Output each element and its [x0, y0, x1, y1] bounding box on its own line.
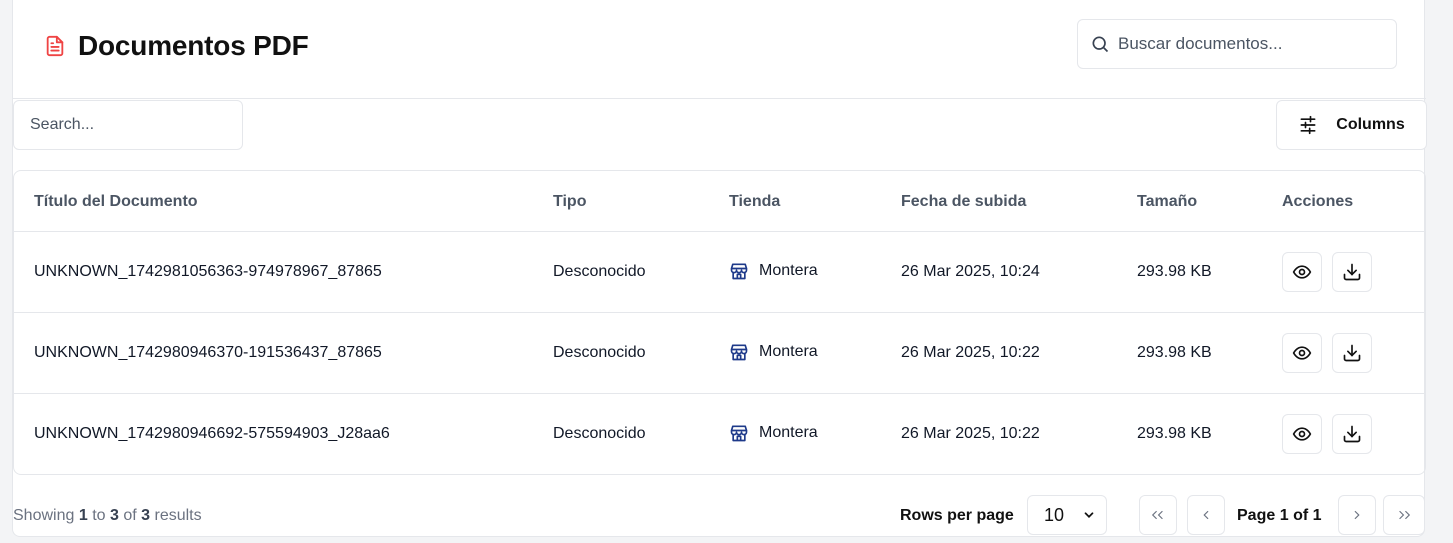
rows-per-page-select[interactable]: 10 [1027, 495, 1107, 535]
column-header-store[interactable]: Tienda [729, 193, 780, 211]
page-word: Page [1237, 507, 1276, 524]
columns-button-label: Columns [1336, 116, 1405, 133]
download-button[interactable] [1332, 414, 1372, 454]
document-size: 293.98 KB [1137, 425, 1212, 442]
store-icon [730, 263, 748, 280]
document-store: Montera [729, 261, 818, 281]
pdf-file-icon [46, 35, 64, 57]
results-to: 3 [109, 507, 119, 524]
search-icon [1092, 36, 1109, 53]
results-from: 1 [78, 507, 88, 524]
table-row: UNKNOWN_1742980946692-575594903_J28aa6 D… [14, 394, 1425, 474]
column-header-date[interactable]: Fecha de subida [901, 193, 1026, 211]
view-button[interactable] [1282, 252, 1322, 292]
download-button[interactable] [1332, 333, 1372, 373]
showing-text: Showing [13, 507, 75, 524]
document-title: UNKNOWN_1742981056363-974978967_87865 [34, 263, 382, 280]
eye-icon [1292, 427, 1312, 441]
page-header: Documentos PDF [13, 0, 1426, 99]
store-name: Montera [759, 424, 818, 441]
document-date: 26 Mar 2025, 10:22 [901, 425, 1040, 442]
view-button[interactable] [1282, 333, 1322, 373]
table-header: Título del Documento Tipo Tienda Fecha d… [14, 171, 1425, 232]
results-summary: Showing 1 to 3 of 3 results [13, 507, 202, 525]
columns-button[interactable]: Columns [1276, 100, 1427, 150]
eye-icon [1292, 346, 1312, 360]
results-text: results [154, 507, 202, 524]
download-icon [1343, 425, 1361, 443]
table-row: UNKNOWN_1742980946370-191536437_87865 De… [14, 313, 1425, 394]
document-date: 26 Mar 2025, 10:22 [901, 344, 1040, 361]
document-search-box[interactable] [1077, 19, 1397, 69]
column-header-title[interactable]: Título del Documento [34, 193, 198, 211]
to-text: to [92, 507, 106, 524]
document-type: Desconocido [553, 425, 646, 442]
chevrons-right-icon [1399, 510, 1411, 520]
download-icon [1343, 344, 1361, 362]
download-button[interactable] [1332, 252, 1372, 292]
last-page-button[interactable] [1383, 495, 1425, 535]
documents-card: Documentos PDF Columns Título del Docume… [12, 0, 1427, 537]
document-search-input[interactable] [1118, 34, 1378, 54]
column-header-actions: Acciones [1282, 193, 1354, 210]
store-icon [730, 344, 748, 361]
document-title: UNKNOWN_1742980946692-575594903_J28aa6 [34, 425, 390, 442]
page-indicator: Page 1 of 1 [1237, 507, 1322, 525]
chevrons-left-icon [1151, 510, 1163, 520]
chevron-down-icon [1084, 512, 1094, 518]
column-header-size[interactable]: Tamaño [1137, 193, 1197, 211]
view-button[interactable] [1282, 414, 1322, 454]
document-type: Desconocido [553, 263, 646, 280]
document-title: UNKNOWN_1742980946370-191536437_87865 [34, 344, 382, 361]
store-icon [730, 425, 748, 442]
store-name: Montera [759, 343, 818, 360]
column-header-type[interactable]: Tipo [553, 193, 586, 211]
page-total: 1 [1312, 507, 1322, 524]
chevron-right-icon [1354, 510, 1360, 520]
document-size: 293.98 KB [1137, 263, 1212, 280]
store-name: Montera [759, 262, 818, 279]
rows-per-page-label: Rows per page [900, 507, 1014, 524]
document-size: 293.98 KB [1137, 344, 1212, 361]
document-store: Montera [729, 342, 818, 362]
page-of-word: of [1293, 507, 1309, 524]
chevron-left-icon [1203, 510, 1209, 520]
title-wrap: Documentos PDF [44, 30, 309, 62]
table-filter-input[interactable] [13, 100, 243, 150]
first-page-button[interactable] [1139, 495, 1177, 535]
eye-icon [1292, 265, 1312, 279]
page-title: Documentos PDF [78, 30, 309, 61]
document-type: Desconocido [553, 344, 646, 361]
documents-table: Título del Documento Tipo Tienda Fecha d… [13, 170, 1426, 475]
rows-per-page-value: 10 [1044, 504, 1065, 525]
results-total: 3 [141, 507, 151, 524]
download-icon [1343, 263, 1361, 281]
of-text: of [123, 507, 137, 524]
sliders-icon [1300, 115, 1316, 135]
document-date: 26 Mar 2025, 10:24 [901, 263, 1040, 280]
prev-page-button[interactable] [1187, 495, 1225, 535]
document-store: Montera [729, 423, 818, 443]
table-row: UNKNOWN_1742981056363-974978967_87865 De… [14, 232, 1425, 313]
page-current: 1 [1279, 507, 1289, 524]
next-page-button[interactable] [1338, 495, 1376, 535]
